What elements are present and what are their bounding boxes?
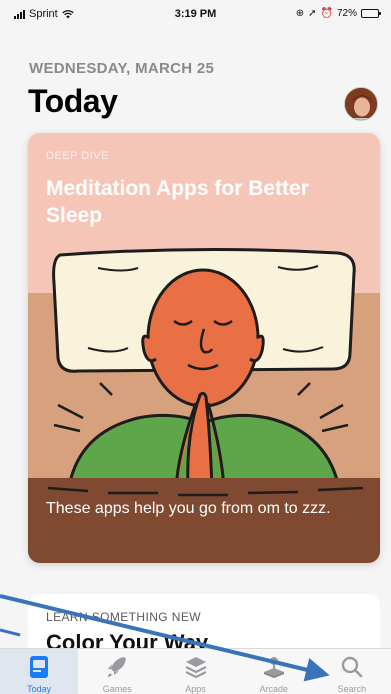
card-title: Meditation Apps for Better Sleep [46,177,309,227]
card-caption: These apps help you go from om to zzz. [46,500,331,517]
status-bar: Sprint 3:19 PM ⊕ ➚ ⏰ 72% [0,0,391,26]
battery-percent: 72% [336,8,357,19]
feature-card[interactable]: DEEP DIVE Meditation Apps for Better Sle… [28,133,380,563]
tab-label-apps: Apps [185,684,206,694]
tab-label-games: Games [102,684,132,694]
tab-bar: Today Games Apps Arcade Search [0,648,391,694]
tab-today[interactable]: Today [0,649,79,694]
tab-label-arcade: Arcade [259,684,288,694]
today-icon [30,656,49,678]
tab-label-search: Search [337,684,367,694]
next-card-eyebrow: LEARN SOMETHING NEW [46,610,201,624]
avatar-photo [345,88,377,120]
location-icon: ➚ [308,8,317,19]
card-eyebrow: DEEP DIVE [46,150,109,162]
search-icon [341,656,363,678]
tab-games[interactable]: Games [78,649,156,694]
date-label: WEDNESDAY, MARCH 25 [29,60,215,77]
orientation-lock-icon: ⊕ [295,8,305,19]
tab-label-today: Today [27,684,52,694]
avatar[interactable] [344,87,378,121]
rocket-icon [108,657,127,677]
page-title: Today [28,83,118,119]
tab-apps[interactable]: Apps [156,649,234,694]
layers-icon [185,657,206,679]
status-right: ⊕ ➚ ⏰ 72% [295,8,381,19]
tab-search[interactable]: Search [313,649,391,694]
joystick-icon [263,657,284,678]
alarm-icon: ⏰ [320,8,333,19]
tab-arcade[interactable]: Arcade [235,649,313,694]
battery-icon [361,9,381,18]
